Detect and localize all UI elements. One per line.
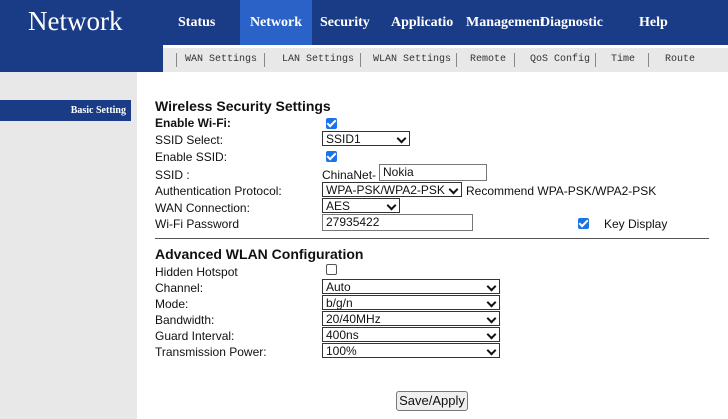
subnav-left-block: [0, 45, 163, 72]
chevron-down-icon: [486, 297, 497, 308]
bandwidth-label: Bandwidth:: [155, 313, 215, 327]
wan-connection-dropdown[interactable]: AES: [322, 198, 400, 213]
sidebar: [0, 72, 137, 419]
ssid-select-dropdown[interactable]: SSID1: [322, 131, 410, 146]
chevron-down-icon: [396, 133, 407, 144]
hidden-hotspot-label: Hidden Hotspot: [155, 265, 238, 279]
tab-help[interactable]: Help: [639, 0, 668, 45]
sidebar-item-basic-setting[interactable]: Basic Setting: [0, 100, 131, 121]
enable-wifi-checkbox[interactable]: [326, 118, 337, 129]
chevron-down-icon: [486, 345, 497, 356]
mode-label: Mode:: [155, 297, 189, 311]
wan-connection-label: WAN Connection:: [155, 201, 250, 215]
channel-value: Auto: [326, 280, 351, 294]
tab-diagnostic[interactable]: Diagnostic: [540, 0, 603, 45]
transmission-power-label: Transmission Power:: [155, 345, 267, 359]
tab-management[interactable]: Management: [466, 0, 545, 45]
guard-interval-label: Guard Interval:: [155, 329, 235, 343]
advanced-wlan-title: Advanced WLAN Configuration: [155, 246, 364, 262]
mode-dropdown[interactable]: b/g/n: [322, 295, 500, 310]
wifi-password-input[interactable]: 27935422: [322, 214, 473, 231]
channel-dropdown[interactable]: Auto: [322, 279, 500, 294]
subnav-separator: [648, 53, 649, 67]
ssid-select-value: SSID1: [326, 132, 361, 146]
chevron-down-icon: [486, 313, 497, 324]
auth-recommend-text: Recommend WPA-PSK/WPA2-PSK: [466, 184, 657, 198]
chevron-down-icon: [386, 200, 397, 211]
bandwidth-dropdown[interactable]: 20/40MHz: [322, 311, 500, 326]
ssid-select-label: SSID Select:: [155, 133, 224, 147]
subnav-time[interactable]: Time: [611, 48, 635, 72]
enable-wifi-label: Enable Wi-Fi:: [155, 116, 231, 130]
tab-status[interactable]: Status: [178, 0, 215, 45]
subnav-remote[interactable]: Remote: [470, 48, 506, 72]
subnav-separator: [360, 53, 361, 67]
ssid-input[interactable]: Nokia: [379, 164, 487, 181]
section-divider: [155, 238, 709, 239]
channel-label: Channel:: [155, 281, 204, 295]
hidden-hotspot-checkbox[interactable]: [326, 264, 337, 275]
subnav-separator: [514, 53, 515, 67]
subnav-route[interactable]: Route: [665, 48, 695, 72]
ssid-label: SSID :: [155, 168, 190, 182]
subnav-wan-settings[interactable]: WAN Settings: [185, 48, 257, 72]
mode-value: b/g/n: [326, 296, 353, 310]
wireless-security-title: Wireless Security Settings: [155, 98, 331, 114]
tab-network[interactable]: Network: [240, 0, 312, 45]
brand-title: Network: [28, 6, 123, 36]
subnav-lan-settings[interactable]: LAN Settings: [282, 48, 354, 72]
transmission-power-dropdown[interactable]: 100%: [322, 343, 500, 358]
subnav-wlan-settings[interactable]: WLAN Settings: [373, 48, 451, 72]
guard-interval-dropdown[interactable]: 400ns: [322, 327, 500, 342]
chevron-down-icon: [486, 281, 497, 292]
subnav-qos-config[interactable]: QoS Config: [530, 48, 590, 72]
tab-application[interactable]: Applicatio: [391, 0, 453, 45]
enable-ssid-checkbox[interactable]: [326, 151, 337, 162]
auth-protocol-label: Authentication Protocol:: [155, 184, 282, 198]
transmission-power-value: 100%: [326, 344, 357, 358]
wifi-password-label: Wi-Fi Password: [155, 217, 240, 231]
wan-connection-value: AES: [326, 199, 351, 213]
tab-security[interactable]: Security: [320, 0, 370, 45]
key-display-checkbox[interactable]: [578, 218, 589, 229]
chevron-down-icon: [486, 329, 497, 340]
save-apply-button[interactable]: Save/Apply: [396, 391, 468, 411]
enable-ssid-label: Enable SSID:: [155, 150, 228, 164]
subnav-separator: [595, 53, 596, 67]
ssid-prefix: ChinaNet-: [322, 168, 377, 182]
chevron-down-icon: [448, 184, 459, 195]
auth-protocol-value: WPA-PSK/WPA2-PSK: [326, 183, 445, 197]
key-display-label: Key Display: [604, 217, 668, 231]
subnav-separator: [176, 53, 177, 67]
auth-protocol-dropdown[interactable]: WPA-PSK/WPA2-PSK: [322, 182, 462, 197]
bandwidth-value: 20/40MHz: [326, 312, 381, 326]
subnav-separator: [264, 53, 265, 67]
subnav-separator: [456, 53, 457, 67]
guard-interval-value: 400ns: [326, 328, 359, 342]
